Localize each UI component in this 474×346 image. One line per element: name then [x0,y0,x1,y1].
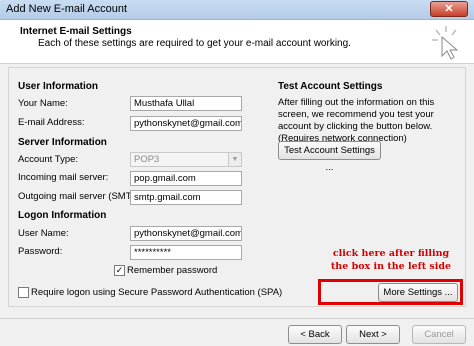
username-label: User Name: [18,228,69,239]
annotation-text: click here after filling the box in the … [316,247,466,273]
outgoing-server-field[interactable]: smtp.gmail.com [130,190,242,205]
password-field[interactable]: ********** [130,245,242,260]
incoming-server-label: Incoming mail server: [18,172,109,183]
account-type-value: POP3 [134,154,160,165]
spa-checkbox[interactable] [18,287,29,298]
remember-password-label[interactable]: Remember password [127,265,217,276]
test-settings-heading: Test Account Settings [278,81,383,92]
account-type-select: POP3 ▼ [130,152,242,167]
next-button[interactable]: Next > [346,325,400,344]
annotation-line-2: the box in the left side [330,261,452,272]
window-title: Add New E-mail Account [6,3,128,15]
remember-password-checkbox[interactable]: ✓ [114,265,125,276]
email-field[interactable]: pythonskynet@gmail.com [130,116,242,131]
pointer-cursor-icon [432,26,459,60]
name-field[interactable]: Musthafa Ullal [130,96,242,111]
account-type-label: Account Type: [18,154,79,165]
username-field[interactable]: pythonskynet@gmail.com [130,226,242,241]
chevron-down-icon: ▼ [228,153,241,166]
cancel-button[interactable]: Cancel [412,325,466,344]
back-button[interactable]: < Back [288,325,342,344]
title-bar: Add New E-mail Account ✕ [0,0,474,20]
password-label: Password: [18,246,63,257]
incoming-server-field[interactable]: pop.gmail.com [130,171,242,186]
annotation-line-1: click here after filling [332,248,450,259]
close-button[interactable]: ✕ [430,1,468,17]
test-settings-description: After filling out the information on thi… [278,97,435,144]
email-label: E-mail Address: [18,117,85,128]
spa-label[interactable]: Require logon using Secure Password Auth… [31,287,282,298]
outgoing-server-label: Outgoing mail server (SMTP): [18,191,144,202]
name-label: Your Name: [18,98,68,109]
logon-info-heading: Logon Information [18,210,107,221]
more-settings-button[interactable]: More Settings ... [378,283,458,302]
user-info-heading: User Information [18,81,99,92]
checkmark-icon: ✓ [115,265,124,275]
header-subtitle: Each of these settings are required to g… [38,38,351,49]
server-info-heading: Server Information [18,137,107,148]
close-icon: ✕ [444,3,454,15]
header-title: Internet E-mail Settings [20,26,132,37]
test-account-settings-button[interactable]: Test Account Settings ... [278,141,381,173]
footer-bar [0,318,474,346]
header-panel: Internet E-mail Settings Each of these s… [0,20,474,64]
